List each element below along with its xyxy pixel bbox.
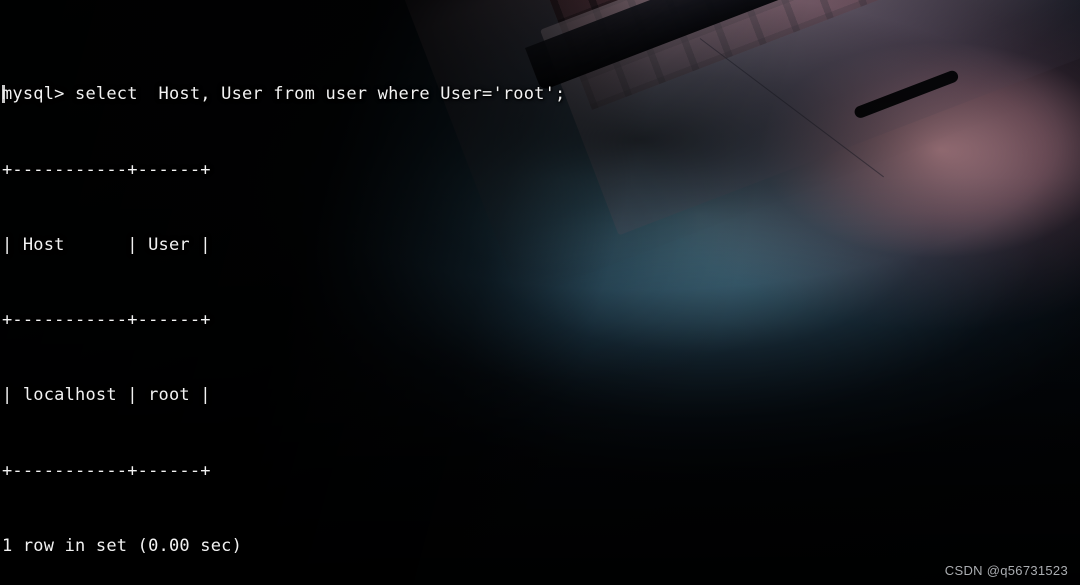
terminal-line-table-border: +-----------+------+ (2, 308, 1080, 333)
terminal-line-prompt: mysql> select Host, User from user where… (2, 82, 1080, 107)
terminal-output[interactable]: mysql> select Host, User from user where… (0, 0, 1080, 585)
terminal-line-text: mysql> select Host, User from user where… (2, 84, 566, 105)
terminal-line-text: | Host | User | (2, 234, 211, 255)
screenshot-root: mysql> select Host, User from user where… (0, 0, 1080, 585)
watermark-label: CSDN @q56731523 (944, 563, 1068, 578)
terminal-line-text: +-----------+------+ (2, 310, 211, 331)
cursor-block-icon (2, 85, 5, 104)
terminal-line-text: | localhost | root | (2, 385, 211, 406)
terminal-line-table-border: +-----------+------+ (2, 459, 1080, 484)
terminal-line-table-border: +-----------+------+ (2, 158, 1080, 183)
terminal-line-table-row: | localhost | root | (2, 383, 1080, 408)
terminal-line-text: +-----------+------+ (2, 460, 211, 481)
terminal-line-text: +-----------+------+ (2, 159, 211, 180)
terminal-line-status: 1 row in set (0.00 sec) (2, 534, 1080, 559)
terminal-line-text: 1 row in set (0.00 sec) (2, 535, 243, 556)
terminal-line-table-header: | Host | User | (2, 233, 1080, 258)
